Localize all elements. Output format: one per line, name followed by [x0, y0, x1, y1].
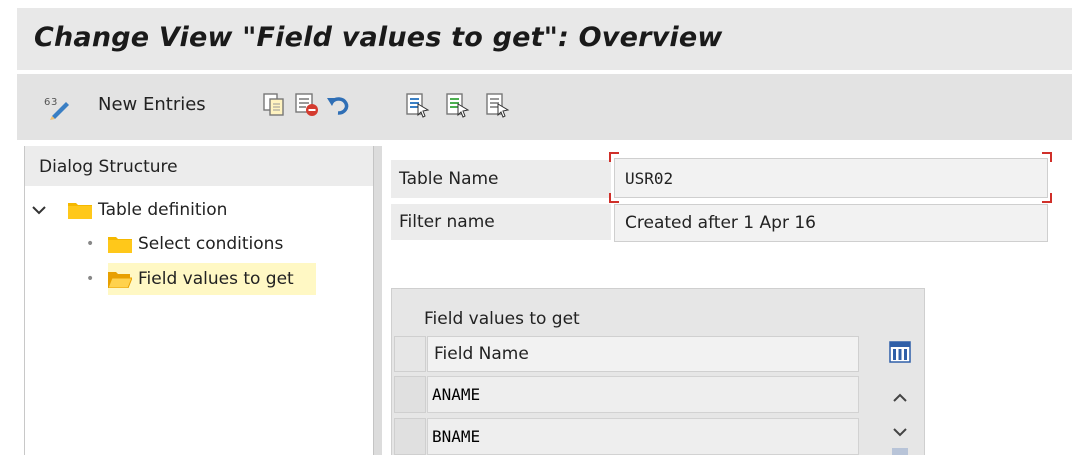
svg-text:3: 3: [51, 97, 57, 108]
filter-name-field: Created after 1 Apr 16: [614, 204, 1048, 242]
select-block-icon[interactable]: [444, 92, 470, 118]
table-title: Field values to get: [424, 309, 580, 329]
deselect-all-icon[interactable]: [484, 92, 510, 118]
column-config-icon[interactable]: [888, 340, 912, 364]
folder-icon: [68, 201, 92, 219]
table-cell-field-name[interactable]: ANAME: [427, 376, 859, 413]
scroll-up-icon[interactable]: [888, 386, 912, 410]
focus-marker-tl: [609, 152, 619, 162]
select-all-rows-button[interactable]: [394, 336, 426, 372]
panel-splitter[interactable]: [373, 146, 382, 455]
select-all-icon[interactable]: [404, 92, 430, 118]
scroll-down-icon[interactable]: [888, 420, 912, 444]
tree-item-label: Table definition: [98, 200, 228, 220]
table-cell-field-name[interactable]: BNAME: [427, 418, 859, 455]
tree-item-label: Field values to get: [138, 269, 294, 289]
folder-icon: [108, 235, 132, 253]
focus-marker-br: [1042, 193, 1052, 203]
column-header-field-name[interactable]: Field Name: [427, 336, 859, 372]
dialog-structure-title: Dialog Structure: [39, 157, 178, 177]
tree-item-field-values-to-get[interactable]: • Field values to get: [86, 263, 316, 295]
tree-item-label: Select conditions: [138, 234, 284, 254]
display-change-icon[interactable]: 6 3: [44, 94, 74, 120]
selected-highlight: Field values to get: [107, 263, 316, 295]
focus-marker-tr: [1042, 152, 1052, 162]
tree-item-select-conditions[interactable]: • Select conditions: [86, 230, 283, 258]
dialog-structure-panel: Dialog Structure: [24, 146, 373, 455]
delete-icon[interactable]: [294, 92, 320, 118]
bullet-icon: •: [86, 236, 95, 252]
svg-text:6: 6: [44, 97, 50, 108]
dialog-structure-header: Dialog Structure: [25, 146, 373, 186]
undo-icon[interactable]: [326, 92, 352, 118]
open-folder-icon: [107, 270, 133, 289]
focus-marker-bl: [609, 193, 619, 203]
copy-icon[interactable]: [262, 92, 286, 118]
scrollbar-thumb[interactable]: [892, 448, 908, 455]
bullet-icon: •: [86, 271, 95, 287]
row-selector[interactable]: [394, 418, 426, 455]
chevron-down-icon[interactable]: [32, 200, 52, 220]
tree-item-table-definition[interactable]: Table definition: [32, 196, 227, 224]
new-entries-button[interactable]: New Entries: [98, 94, 206, 115]
filter-name-label: Filter name: [391, 204, 611, 240]
row-selector[interactable]: [394, 376, 426, 413]
table-name-label: Table Name: [391, 160, 611, 198]
table-name-field[interactable]: USR02: [614, 158, 1048, 198]
page-title: Change View "Field values to get": Overv…: [34, 22, 723, 53]
